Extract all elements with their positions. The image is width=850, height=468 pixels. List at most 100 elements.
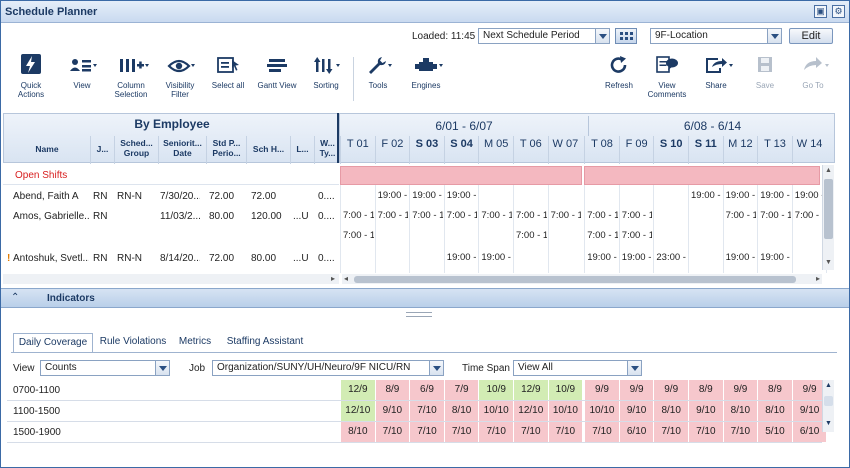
coverage-cell[interactable]: 12/10	[340, 401, 375, 421]
select-all-button[interactable]: Select all	[209, 53, 247, 90]
shift-cell[interactable]: 19:00 -	[587, 252, 618, 263]
coverage-cell[interactable]: 6/10	[618, 422, 654, 442]
scrollbar-thumb[interactable]	[824, 179, 833, 239]
coverage-cell[interactable]: 8/9	[374, 380, 410, 400]
coverage-cell[interactable]: 12/9	[513, 380, 548, 400]
coverage-cell[interactable]: 10/9	[478, 380, 513, 400]
restore-icon[interactable]: ▣	[814, 5, 827, 18]
day-header[interactable]: W 07	[547, 136, 583, 164]
open-shifts-bar[interactable]	[584, 166, 820, 185]
coverage-cell[interactable]: 9/10	[618, 401, 654, 421]
shift-cell[interactable]: 7:00 - 1	[726, 210, 757, 221]
shift-cell[interactable]: 19:00 -	[447, 252, 478, 263]
tab-daily-coverage[interactable]: Daily Coverage	[13, 333, 93, 353]
coverage-cell[interactable]: 9/9	[584, 380, 619, 400]
scrollbar-thumb[interactable]	[824, 396, 833, 406]
coverage-cell[interactable]: 10/10	[584, 401, 619, 421]
left-horizontal-scrollbar[interactable]: ▸	[3, 274, 339, 284]
coverage-cell[interactable]: 8/10	[653, 401, 688, 421]
column-header-name[interactable]: Name	[4, 136, 90, 164]
shift-cell[interactable]: 19:00 -	[691, 190, 722, 201]
coverage-cell[interactable]: 12/10	[513, 401, 548, 421]
column-header-l[interactable]: L...	[290, 136, 314, 164]
shift-cell[interactable]: 7:00 - 1	[551, 210, 582, 221]
shift-cell[interactable]: 7:00 - 1	[378, 210, 409, 221]
coverage-cell[interactable]: 5/10	[757, 422, 792, 442]
scroll-down-icon[interactable]: ▼	[825, 420, 832, 427]
shift-cell[interactable]: 7:00 - 1	[795, 210, 826, 221]
coverage-cell[interactable]: 7/10	[409, 422, 444, 442]
coverage-cell[interactable]: 9/10	[374, 401, 410, 421]
edit-button[interactable]: Edit	[789, 28, 833, 44]
scroll-up-icon[interactable]: ▲	[825, 167, 832, 174]
collapse-icon[interactable]: ⌃	[11, 292, 19, 303]
coverage-cell[interactable]: 7/10	[478, 422, 513, 442]
settings-icon[interactable]: ⚙	[832, 5, 845, 18]
day-header[interactable]: M 05	[478, 136, 513, 164]
refresh-button[interactable]: Refresh	[601, 53, 637, 90]
day-header[interactable]: T 08	[584, 136, 619, 164]
employee-row[interactable]: ! Antoshuk, Svetl... RN RN-N 8/14/20... 72.00…	[3, 247, 339, 267]
coverage-cell[interactable]: 7/10	[513, 422, 548, 442]
shift-cell[interactable]: 7:00 - 1	[760, 210, 791, 221]
coverage-cell[interactable]: 8/10	[340, 422, 375, 442]
coverage-cell[interactable]: 7/10	[722, 422, 758, 442]
shift-cell[interactable]: 7:00 - 1	[516, 230, 547, 241]
scroll-down-icon[interactable]: ▼	[825, 259, 832, 266]
shift-cell[interactable]: 7:00 - 1	[587, 210, 618, 221]
day-header[interactable]: S 10	[653, 136, 688, 164]
coverage-cell[interactable]: 7/10	[547, 422, 583, 442]
time-span-dropdown[interactable]: View All	[513, 360, 642, 376]
shift-cell[interactable]: 19:00 -	[760, 190, 791, 201]
column-header-job[interactable]: J...	[90, 136, 114, 164]
day-header[interactable]: T 01	[340, 136, 375, 164]
day-header[interactable]: M 12	[722, 136, 758, 164]
shift-cell[interactable]: 7:00 - 1	[622, 230, 653, 241]
day-header[interactable]: T 06	[513, 136, 548, 164]
shift-cell[interactable]: 7:00 - 1	[622, 210, 653, 221]
shift-cell[interactable]: 19:00 -	[447, 190, 478, 201]
shift-cell[interactable]: 19:00 -	[726, 252, 757, 263]
column-header-std-period[interactable]: Std P... Perio...	[206, 136, 246, 164]
shift-cell[interactable]: 19:00 -	[795, 190, 826, 201]
coverage-cell[interactable]: 9/9	[618, 380, 654, 400]
visibility-filter-button[interactable]: Visibility Filter	[161, 53, 199, 99]
scroll-right-icon[interactable]: ▸	[331, 274, 335, 283]
coverage-cell[interactable]: 8/10	[757, 401, 792, 421]
quick-actions-button[interactable]: Quick Actions	[13, 53, 49, 99]
shift-cell[interactable]: 7:00 - 1	[481, 210, 512, 221]
column-selection-button[interactable]: Column Selection	[111, 53, 151, 99]
coverage-cell[interactable]: 7/10	[374, 422, 410, 442]
column-header-schedule-group[interactable]: Sched... Group	[114, 136, 158, 164]
employee-row[interactable]: Amos, Gabrielle... RN 11/03/2... 80.00 120.0…	[3, 205, 339, 247]
coverage-cell[interactable]: 7/10	[653, 422, 688, 442]
column-header-seniority-date[interactable]: Seniorit... Date	[158, 136, 206, 164]
job-dropdown[interactable]: Organization/SUNY/UH/Neuro/9F NICU/RN	[212, 360, 444, 376]
view-dropdown[interactable]: Counts	[40, 360, 170, 376]
day-header[interactable]: F 09	[618, 136, 654, 164]
grid-vertical-scrollbar[interactable]: ▲ ▼	[822, 165, 834, 270]
shift-cell[interactable]: 7:00 - 1	[343, 230, 374, 241]
tab-staffing-assistant[interactable]: Staffing Assistant	[223, 333, 307, 353]
coverage-cell[interactable]: 8/9	[688, 380, 723, 400]
day-header[interactable]: S 03	[409, 136, 444, 164]
scroll-left-icon[interactable]: ◂	[344, 274, 348, 283]
coverage-cell[interactable]: 10/10	[478, 401, 513, 421]
coverage-cell[interactable]: 12/9	[340, 380, 375, 400]
shift-cell[interactable]: 19:00 -	[481, 252, 512, 263]
coverage-vertical-scrollbar[interactable]: ▲ ▼	[822, 380, 834, 432]
shift-cell[interactable]: 19:00 -	[378, 190, 409, 201]
coverage-cell[interactable]: 9/10	[688, 401, 723, 421]
calendar-grid-button[interactable]	[615, 28, 637, 44]
gantt-view-button[interactable]: Gantt View	[257, 53, 297, 90]
column-header-sch-hours[interactable]: Sch H...	[246, 136, 290, 164]
coverage-cell[interactable]: 9/9	[722, 380, 758, 400]
coverage-cell[interactable]: 7/10	[688, 422, 723, 442]
tab-metrics[interactable]: Metrics	[173, 333, 217, 353]
coverage-cell[interactable]: 8/10	[443, 401, 479, 421]
tools-button[interactable]: Tools	[359, 53, 397, 90]
day-header[interactable]: F 02	[374, 136, 410, 164]
shift-cell[interactable]: 7:00 - 1	[587, 230, 618, 241]
share-button[interactable]: Share	[697, 53, 735, 90]
day-header[interactable]: T 13	[757, 136, 792, 164]
